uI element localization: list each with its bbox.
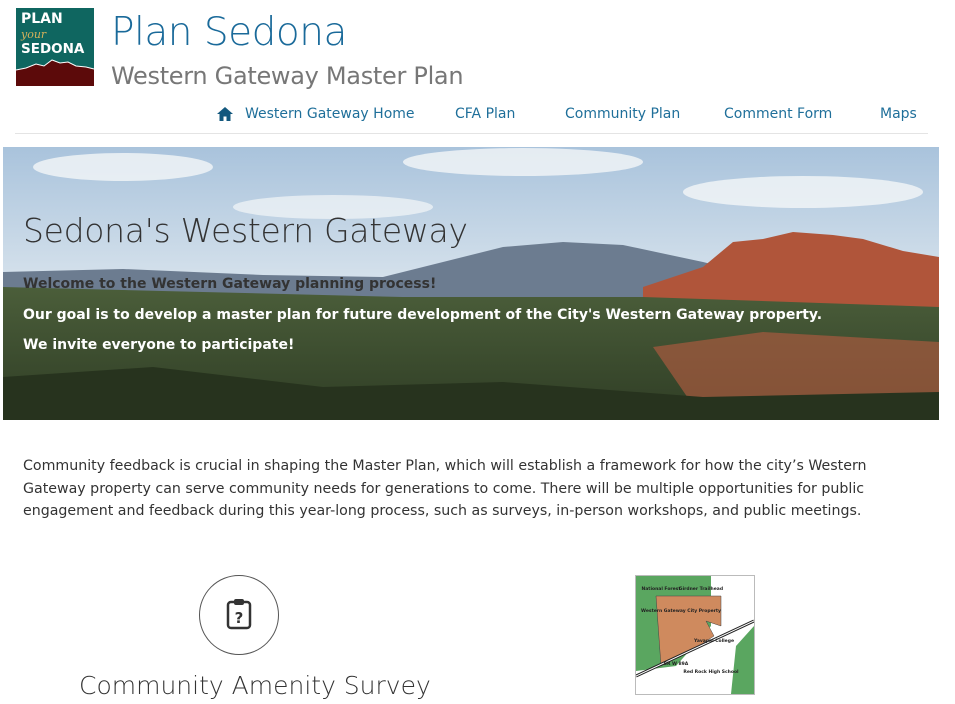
mountain-graphic <box>16 59 94 86</box>
clipboard-question-icon: ? <box>226 599 252 630</box>
plan-your-sedona-logo[interactable]: PLAN your SEDONA <box>16 8 94 86</box>
survey-icon-button[interactable]: ? <box>199 575 279 655</box>
svg-text:Western Gateway City Property: Western Gateway City Property <box>641 608 721 614</box>
svg-text:Girdner Trailhead: Girdner Trailhead <box>679 586 723 592</box>
home-icon[interactable] <box>217 107 233 125</box>
main-nav: Western Gateway Home CFA Plan Community … <box>0 106 955 126</box>
svg-text:Yavapai College: Yavapai College <box>693 638 734 644</box>
site-subtitle: Western Gateway Master Plan <box>111 62 464 90</box>
nav-western-gateway-home[interactable]: Western Gateway Home <box>245 106 415 122</box>
logo-text: SEDONA <box>21 41 85 57</box>
hero-goal: Our goal is to develop a master plan for… <box>23 307 823 323</box>
svg-text:Red Rock High School: Red Rock High School <box>683 669 739 675</box>
svg-text:?: ? <box>235 609 244 627</box>
nav-comment-form[interactable]: Comment Form <box>724 106 832 122</box>
hero-banner: Sedona's Western Gateway Welcome to the … <box>3 147 939 420</box>
svg-text:SR W 89A: SR W 89A <box>664 661 689 667</box>
nav-maps[interactable]: Maps <box>880 106 917 122</box>
site-map-thumbnail[interactable]: National Forest Girdner Trailhead Wester… <box>635 575 755 695</box>
nav-cfa-plan[interactable]: CFA Plan <box>455 106 515 122</box>
site-title[interactable]: Plan Sedona <box>111 10 347 55</box>
nav-community-plan[interactable]: Community Plan <box>565 106 680 122</box>
logo-text: PLAN <box>21 11 63 27</box>
survey-title[interactable]: Community Amenity Survey <box>79 671 431 700</box>
hero-title: Sedona's Western Gateway <box>23 211 468 250</box>
hero-invite: We invite everyone to participate! <box>23 337 295 353</box>
map-image: National Forest Girdner Trailhead Wester… <box>635 576 755 694</box>
intro-paragraph: Community feedback is crucial in shaping… <box>23 458 867 519</box>
svg-text:National Forest: National Forest <box>641 586 681 592</box>
logo-text: your <box>21 28 47 41</box>
hero-welcome: Welcome to the Western Gateway planning … <box>23 276 437 292</box>
nav-divider <box>15 133 928 134</box>
